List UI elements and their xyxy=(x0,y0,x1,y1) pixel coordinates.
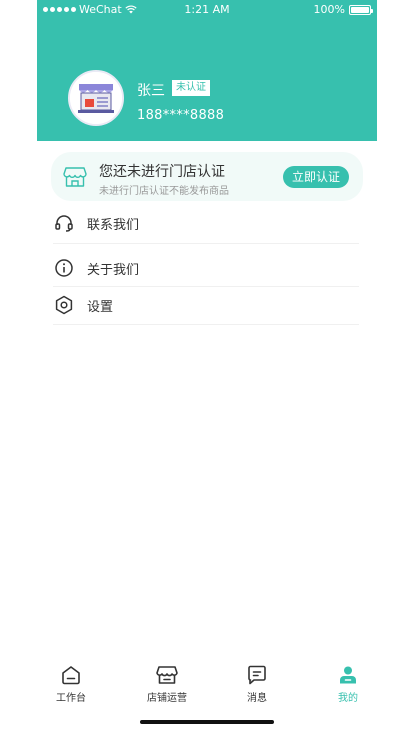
tab-label: 工作台 xyxy=(56,693,86,704)
menu-item-about-us[interactable]: 关于我们 xyxy=(53,248,359,288)
user-icon xyxy=(340,666,356,684)
divider xyxy=(53,243,359,244)
profile-header: WeChat 1:21 AM 100% 张三 未认证 188****8888 xyxy=(37,0,377,141)
cert-banner-subtitle: 未进行门店认证不能发布商品 xyxy=(99,186,229,197)
workbench-icon xyxy=(62,666,80,685)
menu-item-contact-us[interactable]: 联系我们 xyxy=(53,203,359,243)
battery-percent: 100% xyxy=(313,3,345,16)
info-icon xyxy=(53,257,75,279)
tab-messages[interactable]: 消息 xyxy=(223,660,291,708)
app-screen: WeChat 1:21 AM 100% 张三 未认证 188****8888 您… xyxy=(37,0,377,736)
cert-banner-title: 您还未进行门店认证 xyxy=(99,164,225,180)
divider xyxy=(53,324,359,325)
avatar[interactable] xyxy=(68,70,124,126)
tab-label: 我的 xyxy=(338,693,358,704)
shop-icon xyxy=(63,167,87,187)
gear-icon xyxy=(53,294,75,316)
menu-item-label: 联系我们 xyxy=(87,217,140,233)
user-name: 张三 xyxy=(137,83,165,99)
menu-item-settings[interactable]: 设置 xyxy=(53,285,359,325)
store-icon xyxy=(156,666,178,684)
headset-icon xyxy=(53,212,75,234)
menu-item-label: 关于我们 xyxy=(87,262,140,278)
tab-workbench[interactable]: 工作台 xyxy=(37,660,105,708)
tab-store-operation[interactable]: 店铺运营 xyxy=(133,660,201,708)
menu-item-label: 设置 xyxy=(87,299,114,315)
status-right: 100% xyxy=(313,3,373,16)
store-cert-banner[interactable]: 您还未进行门店认证 未进行门店认证不能发布商品 立即认证 xyxy=(51,152,363,201)
cert-status-badge: 未认证 xyxy=(172,80,210,96)
certify-now-button[interactable]: 立即认证 xyxy=(282,166,349,188)
tab-bar: 工作台 店铺运营 消息 我的 xyxy=(37,660,377,708)
tab-mine[interactable]: 我的 xyxy=(314,660,377,708)
tab-label: 消息 xyxy=(247,693,267,704)
tab-label: 店铺运营 xyxy=(147,693,187,704)
battery-icon xyxy=(349,4,373,15)
home-indicator[interactable] xyxy=(140,720,274,724)
message-icon xyxy=(248,665,266,685)
user-phone: 188****8888 xyxy=(137,108,225,123)
store-avatar-icon xyxy=(70,72,122,124)
status-bar: WeChat 1:21 AM 100% xyxy=(37,0,377,18)
